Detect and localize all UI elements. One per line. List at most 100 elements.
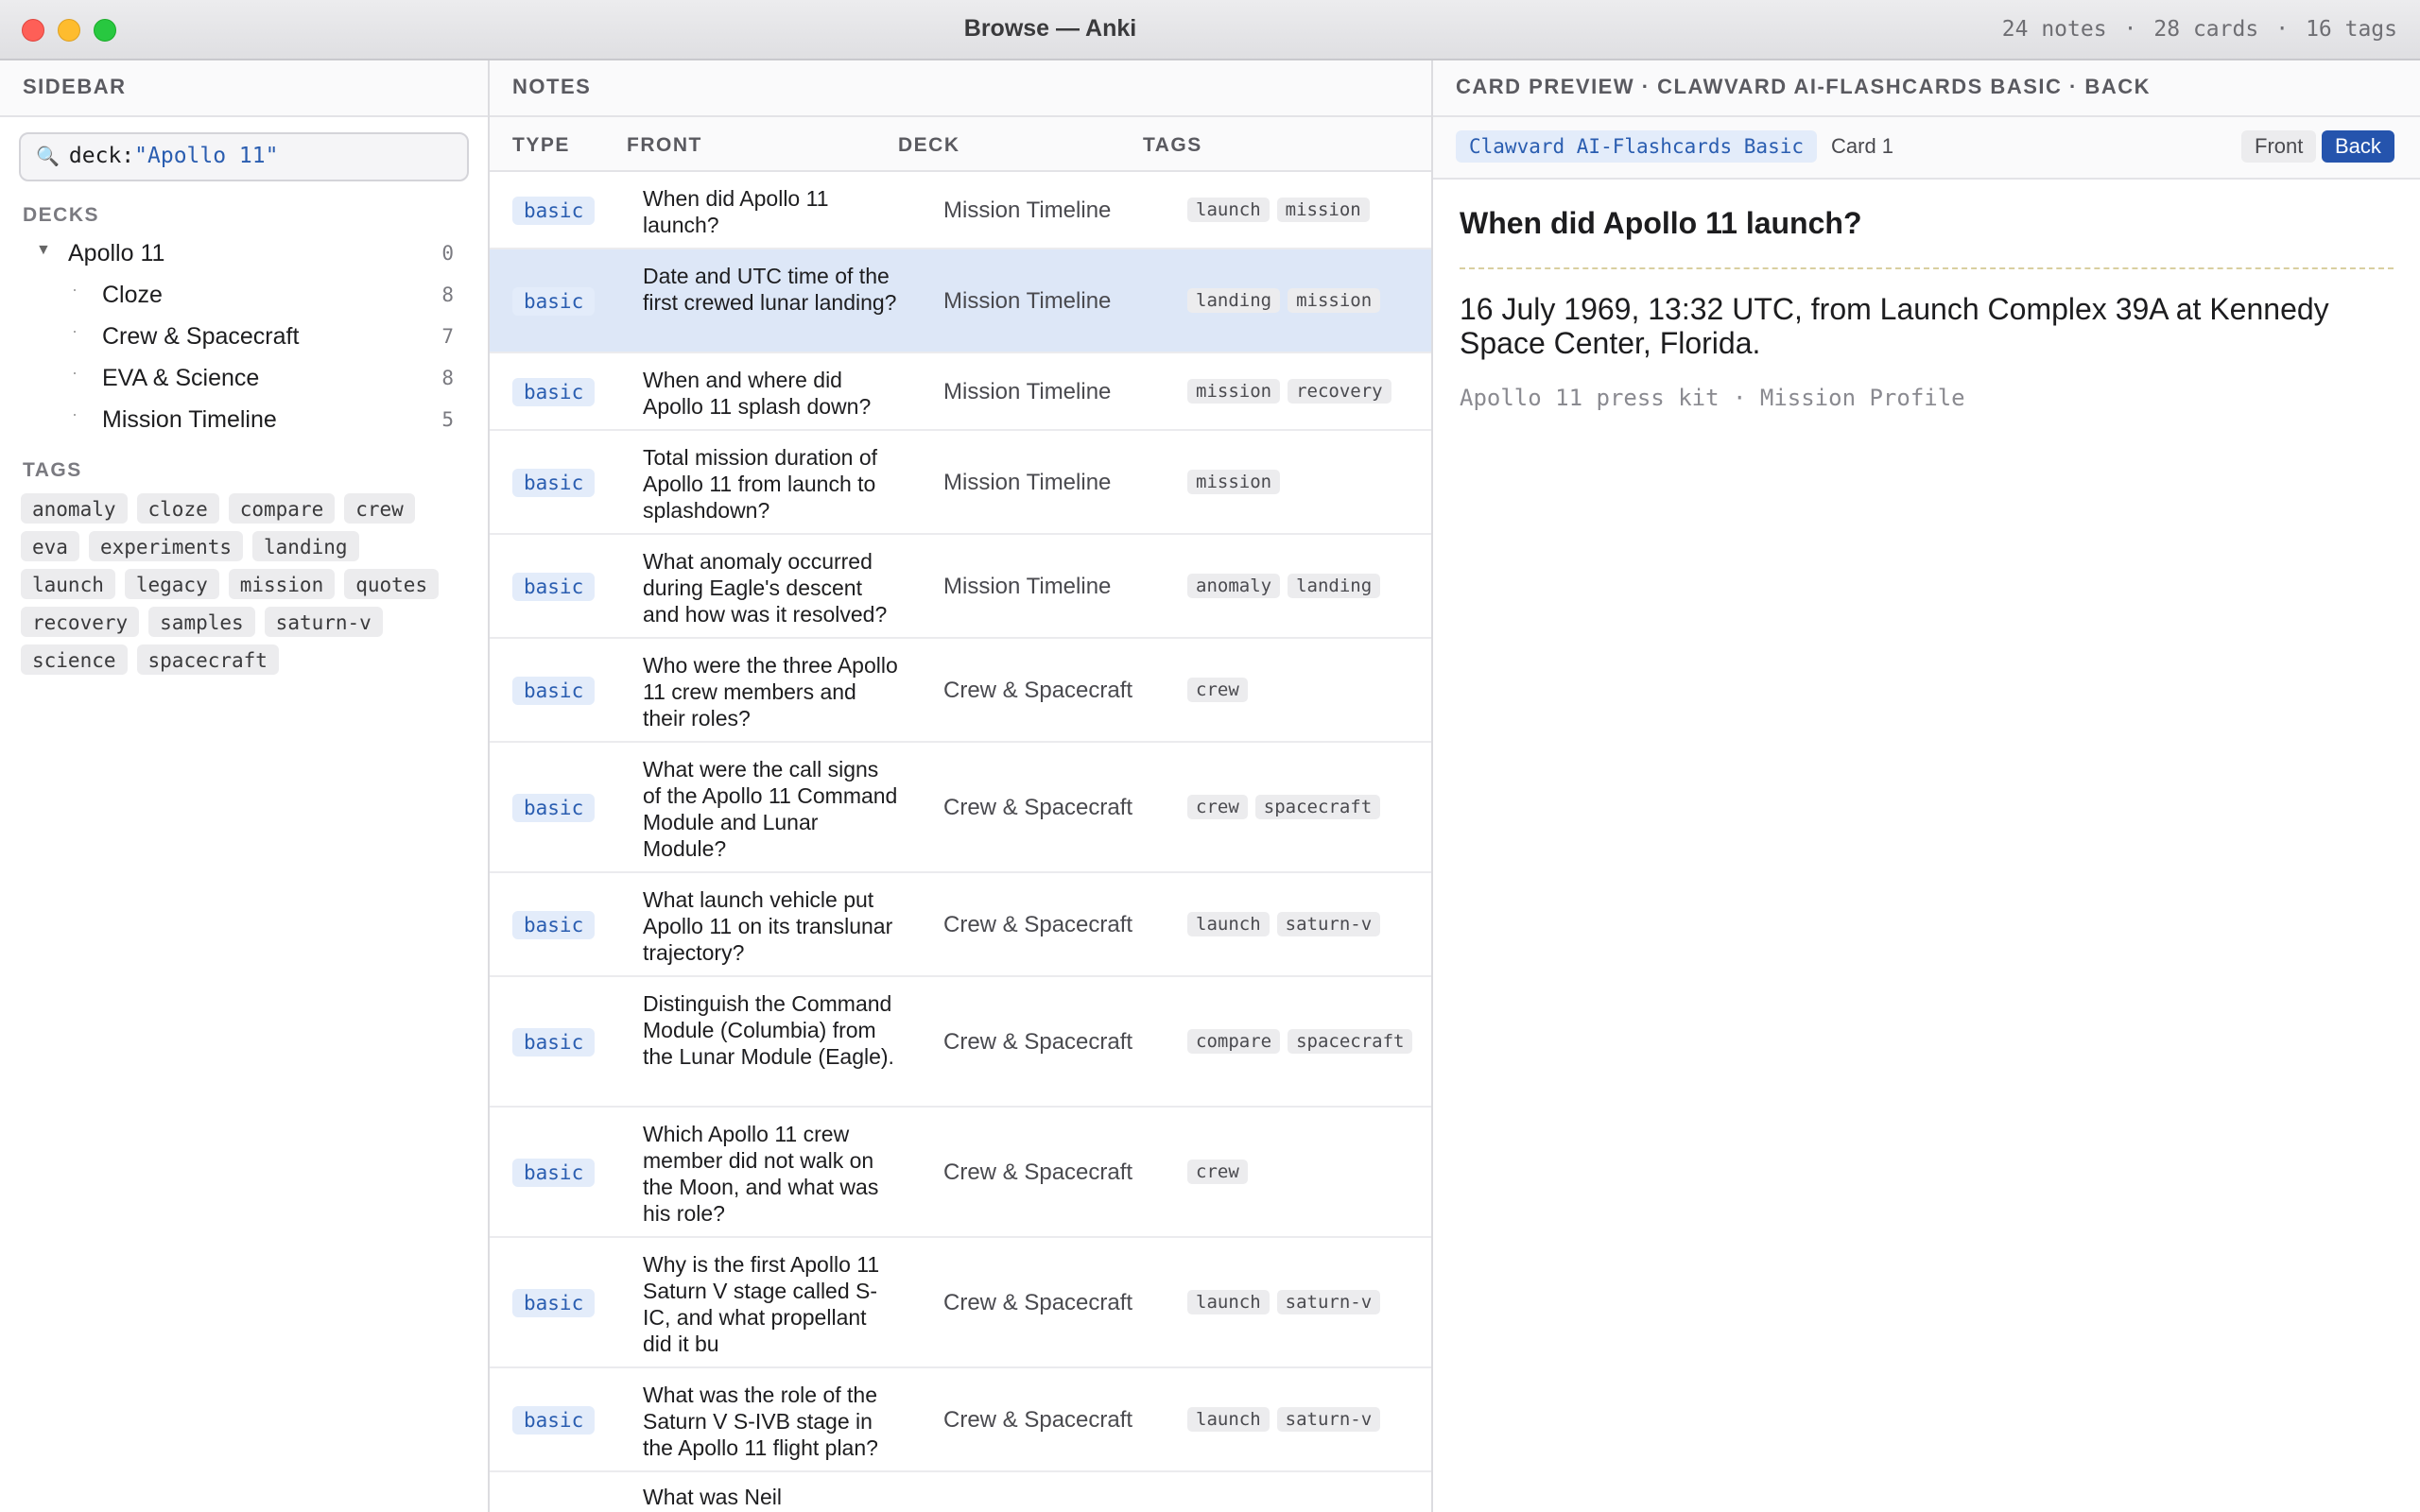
tag-chip[interactable]: landing [1187, 288, 1281, 313]
table-row[interactable]: basic What was the role of the Saturn V S… [490, 1368, 1431, 1472]
deck-item-apollo-11[interactable]: ▼ Apollo 11 0 [0, 232, 488, 274]
table-row[interactable]: basic What launch vehicle put Apollo 11 o… [490, 873, 1431, 977]
tag-chip[interactable]: launch [1187, 1407, 1270, 1432]
tag-chip[interactable]: launch [1187, 198, 1270, 222]
bullet-icon: · [72, 321, 78, 340]
search-input[interactable]: 🔍 deck:"Apollo 11" [19, 132, 469, 181]
note-type-badge: basic [512, 1289, 596, 1317]
card-source: Apollo 11 press kit · Mission Profile [1460, 385, 1965, 411]
table-row[interactable]: basic Who were the three Apollo 11 crew m… [490, 639, 1431, 743]
column-tags[interactable]: TAGS [1143, 134, 1202, 157]
deck-name: Crew & Spacecraft [102, 323, 300, 350]
tag-chip[interactable]: cloze [136, 493, 219, 524]
tag-chip[interactable]: anomaly [1187, 574, 1281, 598]
deck-item-crew-spacecraft[interactable]: · Crew & Spacecraft 7 [0, 316, 488, 357]
tag-chip[interactable]: crew [1187, 1160, 1248, 1184]
tag-chip[interactable]: compare [1187, 1029, 1281, 1054]
tag-chip[interactable]: experiments [88, 531, 244, 561]
table-row[interactable]: basic Why is the first Apollo 11 Saturn V… [490, 1238, 1431, 1368]
tag-chip[interactable]: compare [228, 493, 336, 524]
note-tags: launch saturn-v [1187, 912, 1414, 936]
preview-header: CARD PREVIEW · CLAWVARD AI-FLASHCARDS BA… [1433, 60, 2420, 117]
table-row[interactable]: basic What anomaly occurred during Eagle'… [490, 535, 1431, 639]
note-deck: Crew & Spacecraft [943, 1407, 1133, 1433]
note-deck: Crew & Spacecraft [943, 1029, 1133, 1055]
tag-chip[interactable]: crew [344, 493, 415, 524]
table-row[interactable]: What was Neil [490, 1472, 1431, 1512]
tag-chip[interactable]: samples [148, 607, 255, 637]
tag-chip[interactable]: recovery [21, 607, 140, 637]
tag-chip[interactable]: legacy [124, 569, 219, 599]
tag-chip[interactable]: spacecraft [1288, 1029, 1413, 1054]
note-deck: Mission Timeline [943, 198, 1112, 223]
search-query-value: "Apollo 11" [134, 144, 279, 168]
table-row[interactable]: basic Distinguish the Command Module (Col… [490, 977, 1431, 1108]
deck-count: 5 [441, 408, 454, 431]
tag-chip[interactable]: launch [1187, 1290, 1270, 1314]
tag-chip[interactable]: quotes [344, 569, 440, 599]
note-tags: landing mission [1187, 288, 1414, 313]
tag-chip[interactable]: mission [1187, 470, 1281, 494]
disclosure-triangle-icon[interactable]: ▼ [36, 242, 51, 259]
note-front: Distinguish the Command Module (Columbia… [643, 991, 894, 1069]
deck-name: EVA & Science [102, 365, 260, 391]
tag-chip[interactable]: eva [21, 531, 79, 561]
tag-chip[interactable]: mission [1288, 288, 1381, 313]
table-row[interactable]: basic When did Apollo 11 launch? Mission T… [490, 172, 1431, 249]
tag-chip[interactable]: spacecraft [136, 644, 279, 675]
table-row[interactable]: basic Date and UTC time of the first crew… [490, 249, 1431, 353]
tag-chip[interactable]: saturn-v [1276, 1407, 1381, 1432]
search-query-key: deck: [68, 144, 135, 168]
show-front-button[interactable]: Front [2241, 130, 2317, 163]
tag-chip[interactable]: anomaly [21, 493, 128, 524]
tag-chip[interactable]: spacecraft [1254, 795, 1381, 819]
note-tags: crew spacecraft [1187, 795, 1414, 819]
search-icon: 🔍 [36, 145, 60, 167]
table-row[interactable]: basic Which Apollo 11 crew member did not… [490, 1108, 1431, 1238]
deck-item-cloze[interactable]: · Cloze 8 [0, 274, 488, 316]
note-front: What was the role of the Saturn V S-IVB … [643, 1383, 878, 1460]
note-deck: Mission Timeline [943, 379, 1112, 404]
tag-chip[interactable]: saturn-v [264, 607, 383, 637]
decks-section-label: DECKS [23, 204, 100, 226]
notes-count: 24 notes [2001, 17, 2107, 42]
tag-chip[interactable]: launch [21, 569, 115, 599]
table-row[interactable]: basic When and where did Apollo 11 splash… [490, 353, 1431, 431]
column-deck[interactable]: DECK [898, 134, 960, 157]
deck-name: Mission Timeline [102, 406, 277, 433]
notes-table-body: basic When did Apollo 11 launch? Mission T… [490, 172, 1431, 1512]
tag-chip[interactable]: science [21, 644, 128, 675]
column-front[interactable]: FRONT [627, 134, 702, 157]
deck-item-mission-timeline[interactable]: · Mission Timeline 5 [0, 399, 488, 440]
note-type-badge: basic [512, 573, 596, 601]
show-back-button[interactable]: Back [2322, 130, 2394, 163]
note-deck: Crew & Spacecraft [943, 912, 1133, 937]
tag-chip[interactable]: landing [252, 531, 359, 561]
table-row[interactable]: basic Total mission duration of Apollo 11… [490, 431, 1431, 535]
deck-count: 8 [441, 284, 454, 306]
tag-chip[interactable]: landing [1288, 574, 1381, 598]
tag-chip[interactable]: crew [1187, 678, 1248, 702]
tag-chip[interactable]: mission [1276, 198, 1370, 222]
tag-chip[interactable]: launch [1187, 912, 1270, 936]
table-row[interactable]: basic What were the call signs of the Apo… [490, 743, 1431, 873]
preview-toolbar: Clawvard AI-Flashcards Basic Card 1 Fron… [1433, 117, 2420, 180]
bullet-icon: · [72, 363, 78, 382]
note-deck: Crew & Spacecraft [943, 795, 1133, 820]
bullet-icon: · [72, 404, 78, 423]
column-type[interactable]: TYPE [512, 134, 570, 157]
card-answer: 16 July 1969, 13:32 UTC, from Launch Com… [1460, 292, 2329, 360]
notes-pane: NOTES TYPE FRONT DECK TAGS basic When did… [490, 60, 1433, 1512]
tag-chip[interactable]: saturn-v [1276, 1290, 1381, 1314]
card-question: When did Apollo 11 launch? [1460, 206, 1862, 240]
deck-item-eva-science[interactable]: · EVA & Science 8 [0, 357, 488, 399]
tag-chip[interactable]: mission [1187, 379, 1281, 404]
note-deck: Mission Timeline [943, 574, 1112, 599]
tag-chip[interactable]: crew [1187, 795, 1248, 819]
note-deck: Crew & Spacecraft [943, 1160, 1133, 1185]
tag-chip[interactable]: recovery [1288, 379, 1392, 404]
note-type-badge: basic [512, 469, 596, 497]
tag-chip[interactable]: saturn-v [1276, 912, 1381, 936]
tag-chip[interactable]: mission [228, 569, 336, 599]
note-tags: compare spacecraft [1187, 1029, 1414, 1054]
